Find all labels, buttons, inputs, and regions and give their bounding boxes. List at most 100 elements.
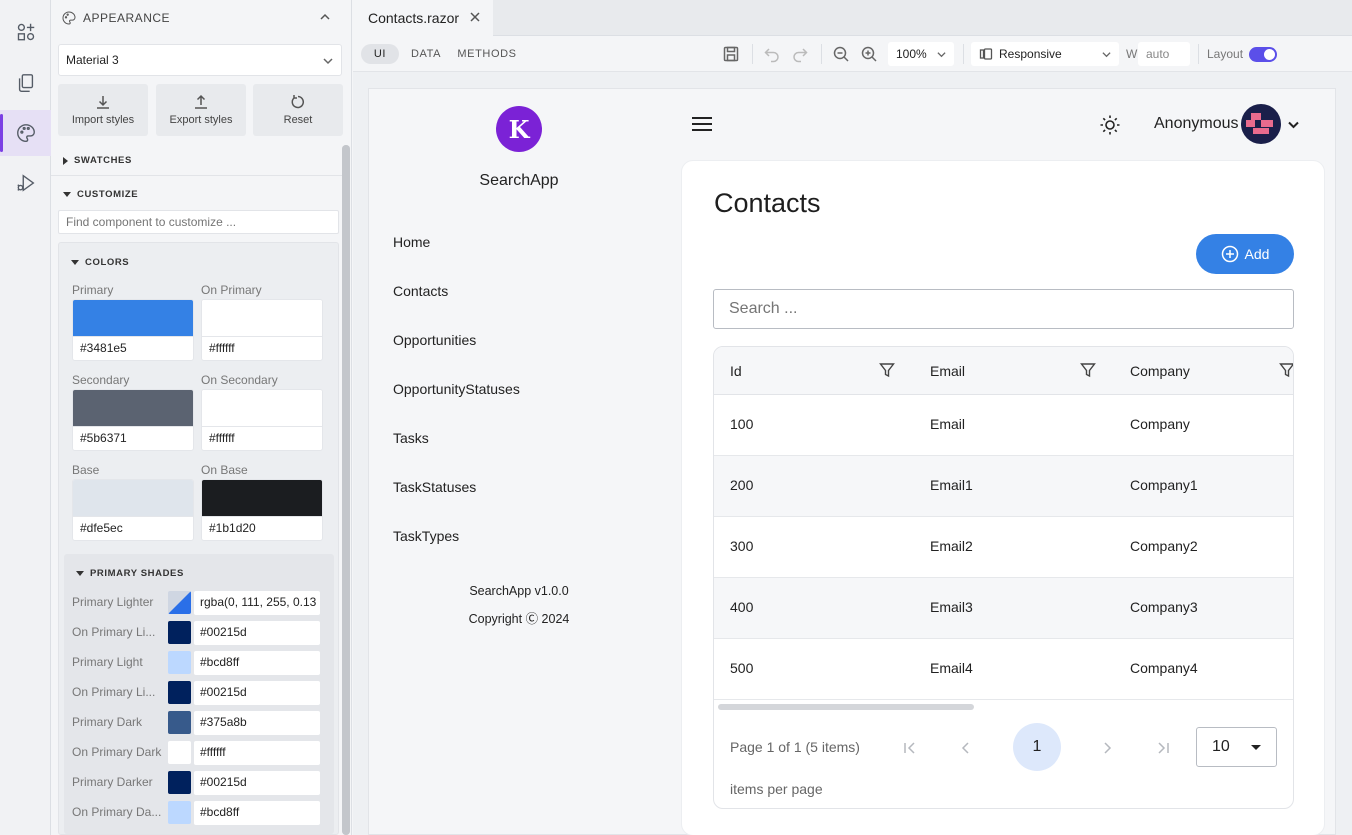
column-header-id[interactable]: Id: [730, 363, 742, 379]
primary-color-swatch[interactable]: #3481e5: [72, 299, 194, 361]
app-sidebar: K SearchApp Home Contacts Opportunities …: [369, 89, 669, 835]
user-name[interactable]: Anonymous: [1154, 115, 1239, 133]
add-button[interactable]: Add: [1196, 234, 1294, 274]
activity-rail: [0, 0, 51, 835]
reset-button[interactable]: Reset: [253, 84, 343, 136]
shade-chip[interactable]: [168, 801, 191, 824]
shade-value-input[interactable]: #bcd8ff: [194, 801, 320, 825]
shade-value-input[interactable]: #bcd8ff: [194, 651, 320, 675]
find-component-input[interactable]: [58, 210, 339, 234]
colors-section[interactable]: COLORS: [59, 247, 340, 277]
shade-value-input[interactable]: rgba(0, 111, 255, 0.13: [194, 591, 320, 615]
cell-id: 100: [730, 416, 754, 432]
first-page-icon[interactable]: [902, 740, 918, 756]
zoom-select[interactable]: 100%: [888, 42, 954, 66]
secondary-color-swatch[interactable]: #5b6371: [72, 389, 194, 451]
add-component-icon[interactable]: [0, 9, 51, 55]
cell-email: Email: [930, 416, 966, 432]
nav-item-home[interactable]: Home: [393, 234, 430, 250]
table-row[interactable]: 400 Email3 Company3: [714, 578, 1293, 639]
shade-value-input[interactable]: #00215d: [194, 771, 320, 795]
cell-company: Company: [1130, 416, 1190, 432]
nav-item-task-types[interactable]: TaskTypes: [393, 528, 459, 544]
shade-value-input[interactable]: #375a8b: [194, 711, 320, 735]
shade-chip[interactable]: [168, 591, 191, 614]
tab-ui[interactable]: UI: [361, 44, 399, 64]
cell-email: Email4: [930, 660, 973, 676]
page-size-select[interactable]: 10: [1196, 727, 1277, 767]
appearance-header[interactable]: APPEARANCE: [51, 0, 351, 36]
shade-label: Primary Lighter: [72, 595, 154, 609]
base-color-swatch[interactable]: #dfe5ec: [72, 479, 194, 541]
menu-icon[interactable]: [692, 117, 712, 133]
palette-icon[interactable]: [0, 110, 51, 156]
nav-item-opportunity-statuses[interactable]: OpportunityStatuses: [393, 381, 520, 397]
theme-select[interactable]: Material 3: [58, 44, 342, 76]
column-header-company[interactable]: Company: [1130, 363, 1190, 379]
swatches-title: SWATCHES: [74, 155, 132, 166]
table-row[interactable]: 100 Email Company: [714, 395, 1293, 456]
pages-icon[interactable]: [0, 60, 51, 106]
export-styles-button[interactable]: Export styles: [156, 84, 246, 136]
tab-data[interactable]: DATA: [405, 44, 447, 64]
table-row[interactable]: 500 Email4 Company4: [714, 639, 1293, 700]
zoom-in-icon[interactable]: [860, 45, 878, 63]
filter-icon[interactable]: [1279, 362, 1294, 378]
import-styles-button[interactable]: Import styles: [58, 84, 148, 136]
nav-item-contacts[interactable]: Contacts: [393, 283, 448, 299]
shade-value-input[interactable]: #00215d: [194, 621, 320, 645]
search-input[interactable]: [713, 289, 1294, 329]
sun-icon[interactable]: [1099, 114, 1121, 136]
shade-label: On Primary Li...: [72, 625, 156, 639]
previous-page-icon[interactable]: [958, 740, 974, 756]
panel-scrollbar[interactable]: [342, 145, 350, 835]
shade-chip[interactable]: [168, 681, 191, 704]
swatch-hex: #1b1d20: [209, 521, 256, 535]
grid-horizontal-scrollbar[interactable]: [718, 704, 974, 710]
on-base-color-swatch[interactable]: #1b1d20: [201, 479, 323, 541]
avatar[interactable]: [1241, 104, 1281, 144]
width-input[interactable]: auto: [1138, 42, 1190, 66]
on-secondary-color-swatch[interactable]: #ffffff: [201, 389, 323, 451]
primary-shades-section[interactable]: PRIMARY SHADES: [64, 558, 334, 588]
current-page-button[interactable]: 1: [1013, 723, 1061, 771]
swatch-label: Base: [72, 463, 100, 477]
items-per-page-label: items per page: [730, 781, 823, 797]
shade-chip[interactable]: [168, 741, 191, 764]
nav-item-task-statuses[interactable]: TaskStatuses: [393, 479, 476, 495]
undo-icon[interactable]: [763, 45, 781, 63]
last-page-icon[interactable]: [1155, 740, 1171, 756]
contacts-grid: Id Email Company 100 Email Company 200 E…: [713, 346, 1294, 809]
tab-methods[interactable]: METHODS: [453, 44, 521, 64]
swatches-section[interactable]: SWATCHES: [51, 146, 342, 176]
close-icon[interactable]: [469, 11, 481, 23]
on-primary-color-swatch[interactable]: #ffffff: [201, 299, 323, 361]
table-row[interactable]: 300 Email2 Company2: [714, 517, 1293, 578]
nav-item-opportunities[interactable]: Opportunities: [393, 332, 476, 348]
swatch-fill: [73, 480, 193, 517]
scrollbar-thumb[interactable]: [342, 145, 350, 835]
nav-item-tasks[interactable]: Tasks: [393, 430, 429, 446]
next-page-icon[interactable]: [1099, 740, 1115, 756]
filter-icon[interactable]: [879, 362, 895, 378]
chevron-down-icon[interactable]: [1287, 118, 1300, 131]
shade-value-input[interactable]: #00215d: [194, 681, 320, 705]
redo-icon[interactable]: [791, 45, 809, 63]
file-tab-contacts[interactable]: Contacts.razor: [353, 0, 493, 36]
filter-icon[interactable]: [1080, 362, 1096, 378]
zoom-out-icon[interactable]: [832, 45, 850, 63]
layout-toggle[interactable]: [1249, 47, 1277, 62]
column-header-email[interactable]: Email: [930, 363, 965, 379]
customize-section[interactable]: CUSTOMIZE: [51, 179, 342, 209]
chevron-up-icon[interactable]: [318, 10, 332, 24]
shade-chip[interactable]: [168, 621, 191, 644]
shade-chip[interactable]: [168, 771, 191, 794]
shade-chip[interactable]: [168, 711, 191, 734]
save-icon[interactable]: [722, 45, 740, 63]
device-select[interactable]: Responsive: [971, 42, 1119, 66]
table-row[interactable]: 200 Email1 Company1: [714, 456, 1293, 517]
shade-label: Primary Light: [72, 655, 143, 669]
run-debug-icon[interactable]: [0, 160, 51, 206]
shade-value-input[interactable]: #ffffff: [194, 741, 320, 765]
shade-chip[interactable]: [168, 651, 191, 674]
